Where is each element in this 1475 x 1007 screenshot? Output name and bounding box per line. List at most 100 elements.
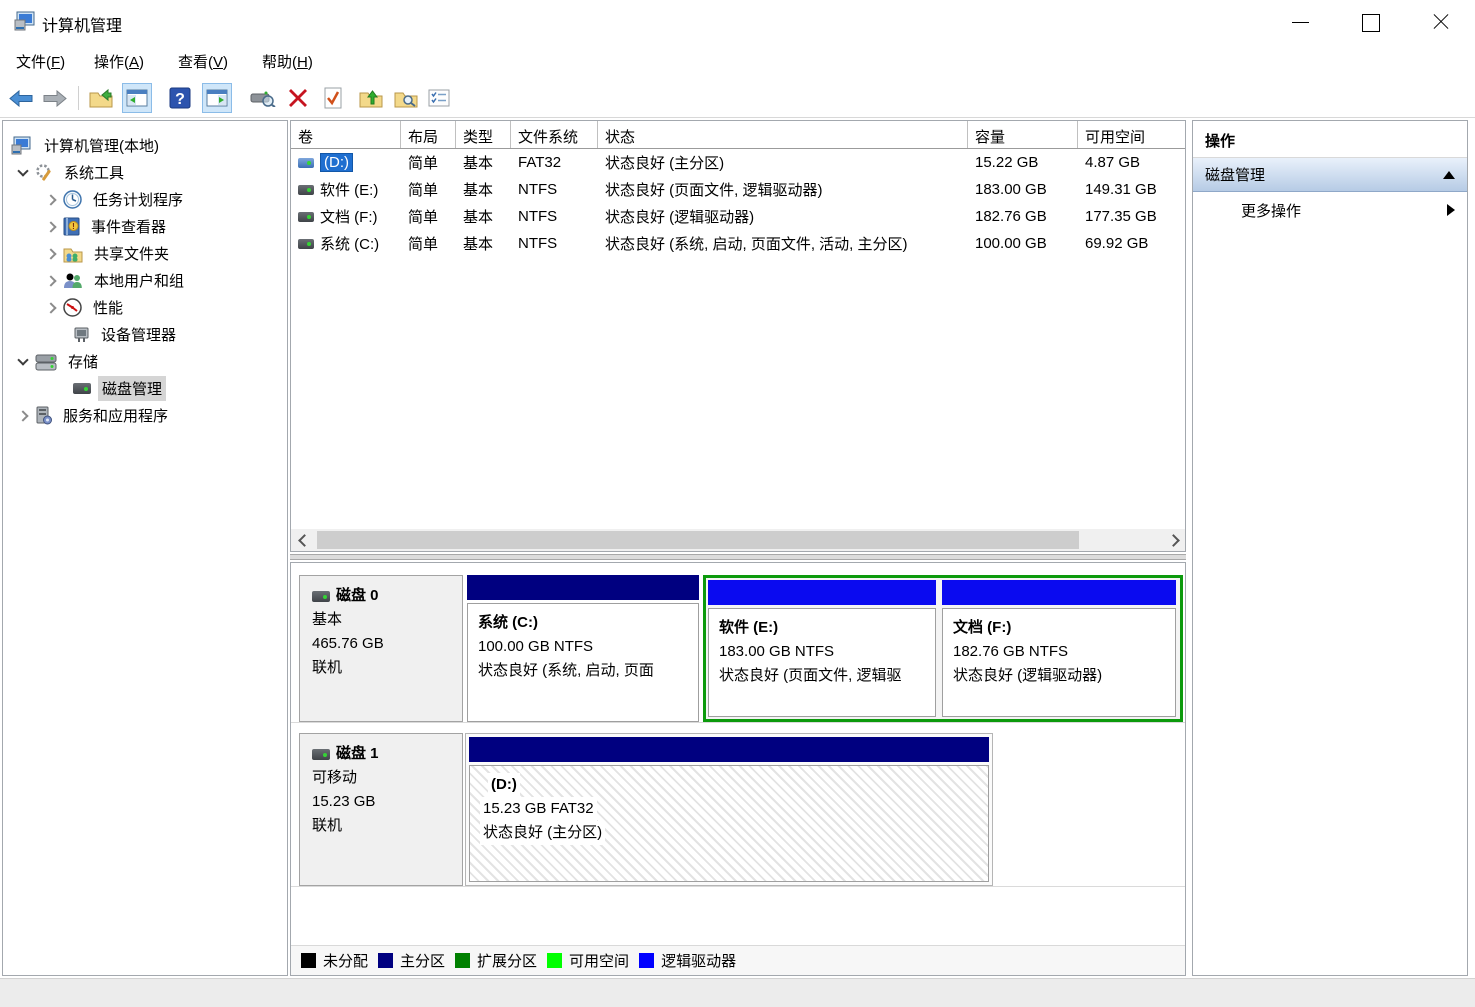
cell-capacity: 183.00 GB (968, 181, 1078, 198)
minimize-button[interactable] (1278, 0, 1324, 44)
scroll-right-button[interactable] (1163, 529, 1185, 551)
partition-size-fs: 15.23 GB FAT32 (480, 797, 597, 821)
legend-unallocated: 未分配 (301, 950, 368, 971)
disk-1-row: 磁盘 1 可移动 15.23 GB 联机 (D:) 15.23 GB FAT32… (291, 733, 1185, 887)
volume-label: 软件 (E:) (320, 179, 378, 200)
volume-row-c[interactable]: 系统 (C:) 简单 基本 NTFS 状态良好 (系统, 启动, 页面文件, 活… (291, 230, 1185, 257)
partition-label: (D:) (488, 773, 520, 797)
back-arrow-icon (9, 90, 33, 107)
tree-item-services-applications[interactable]: 服务和应用程序 (3, 402, 287, 429)
partition-d[interactable]: (D:) 15.23 GB FAT32 状态良好 (主分区) (469, 737, 989, 882)
legend-extended-partition: 扩展分区 (455, 950, 537, 971)
menu-action[interactable]: 操作(A) (88, 51, 150, 75)
partition-label: 系统 (C:) (478, 611, 688, 635)
forward-button[interactable] (40, 83, 70, 113)
disk-icon (312, 749, 330, 760)
tree-item-event-viewer[interactable]: ! 事件查看器 (3, 213, 287, 240)
check-document-button[interactable] (318, 83, 348, 113)
chevron-right-icon[interactable] (45, 194, 56, 205)
tree-item-local-users-groups[interactable]: 本地用户和组 (3, 267, 287, 294)
logical-drive-swatch (639, 953, 654, 968)
svg-text:?: ? (175, 91, 185, 108)
tree-item-computer-management[interactable]: 计算机管理(本地) (3, 132, 287, 159)
column-header-volume[interactable]: 卷 (291, 121, 401, 148)
partition-f[interactable]: 文档 (F:) 182.76 GB NTFS 状态良好 (逻辑驱动器) (942, 580, 1176, 717)
system-tools-icon (35, 163, 53, 182)
disk-kind: 可移动 (312, 766, 462, 790)
cell-free-space: 69.92 GB (1078, 235, 1185, 252)
volume-icon (298, 212, 314, 222)
disk-0-header[interactable]: 磁盘 0 基本 465.76 GB 联机 (299, 575, 463, 722)
tree-item-shared-folders[interactable]: 共享文件夹 (3, 240, 287, 267)
column-header-status[interactable]: 状态 (598, 121, 968, 148)
horizontal-scrollbar[interactable] (291, 529, 1185, 551)
toggle-console-tree-button[interactable] (122, 83, 152, 113)
volume-row-d[interactable]: (D:) 简单 基本 FAT32 状态良好 (主分区) 15.22 GB 4.8… (291, 149, 1185, 176)
column-header-filesystem[interactable]: 文件系统 (511, 121, 598, 148)
tree-item-label: 任务计划程序 (89, 187, 187, 212)
disk-1-header[interactable]: 磁盘 1 可移动 15.23 GB 联机 (299, 733, 463, 886)
partition-label: 软件 (E:) (719, 616, 925, 640)
tree-item-performance[interactable]: 性能 (3, 294, 287, 321)
column-header-capacity[interactable]: 容量 (968, 121, 1078, 148)
computer-management-window: { "window": { "title": "计算机管理" }, "menu"… (0, 0, 1475, 1007)
actions-section-disk-management[interactable]: 磁盘管理 (1193, 158, 1467, 192)
more-actions-item[interactable]: 更多操作 (1193, 192, 1467, 228)
cell-capacity: 15.22 GB (968, 154, 1078, 171)
collapse-section-icon[interactable] (1443, 171, 1455, 179)
disk-graphical-view: 磁盘 0 基本 465.76 GB 联机 系统 (C:) 100.00 GB N… (290, 562, 1186, 976)
disk-properties-button[interactable] (248, 83, 278, 113)
chevron-right-icon[interactable] (45, 221, 56, 232)
folder-search-button[interactable] (391, 83, 421, 113)
column-header-type[interactable]: 类型 (456, 121, 511, 148)
actions-panel: 操作 磁盘管理 更多操作 (1192, 120, 1468, 976)
volume-row-f[interactable]: 文档 (F:) 简单 基本 NTFS 状态良好 (逻辑驱动器) 182.76 G… (291, 203, 1185, 230)
chevron-right-icon[interactable] (45, 248, 56, 259)
help-icon: ? (169, 87, 191, 109)
partition-e[interactable]: 软件 (E:) 183.00 GB NTFS 状态良好 (页面文件, 逻辑驱 (708, 580, 936, 717)
chevron-down-icon[interactable] (17, 165, 28, 176)
disk-name: 磁盘 1 (336, 742, 379, 766)
chevron-down-icon[interactable] (17, 354, 28, 365)
maximize-button[interactable] (1348, 0, 1394, 44)
menu-help[interactable]: 帮助(H) (256, 51, 319, 75)
chevron-right-icon[interactable] (45, 302, 56, 313)
title-bar[interactable]: 计算机管理 (0, 0, 1475, 44)
chevron-right-icon[interactable] (17, 410, 28, 421)
folder-up-button[interactable] (356, 83, 386, 113)
unallocated-swatch (301, 953, 316, 968)
partition-size-fs: 100.00 GB NTFS (478, 635, 688, 659)
menu-file[interactable]: 文件(F) (10, 51, 71, 75)
tree-item-disk-management[interactable]: 磁盘管理 (3, 375, 287, 402)
disk-kind: 基本 (312, 608, 462, 632)
pane-splitter[interactable] (290, 554, 1186, 560)
menu-view[interactable]: 查看(V) (172, 51, 234, 75)
console-tree-panel: 计算机管理(本地) 系统工具 任务计划程序 ! 事件查看器 共享文件夹 本地用户… (2, 120, 288, 976)
more-actions-label: 更多操作 (1241, 200, 1447, 221)
column-header-free-space[interactable]: 可用空间 (1078, 121, 1185, 148)
disk-inspect-icon (250, 89, 276, 107)
toggle-action-pane-button[interactable] (202, 83, 232, 113)
tree-item-storage[interactable]: 存储 (3, 348, 287, 375)
partition-health: 状态良好 (页面文件, 逻辑驱 (719, 664, 925, 688)
partition-c[interactable]: 系统 (C:) 100.00 GB NTFS 状态良好 (系统, 启动, 页面 (467, 575, 699, 722)
forward-arrow-icon (43, 90, 67, 107)
column-header-layout[interactable]: 布局 (401, 121, 456, 148)
tree-item-label: 事件查看器 (87, 214, 170, 239)
tree-item-system-tools[interactable]: 系统工具 (3, 159, 287, 186)
tree-item-device-manager[interactable]: 设备管理器 (3, 321, 287, 348)
delete-button[interactable] (283, 83, 313, 113)
legend-logical-drive: 逻辑驱动器 (639, 950, 736, 971)
view-options-button[interactable] (424, 83, 454, 113)
back-button[interactable] (6, 83, 36, 113)
volume-row-e[interactable]: 软件 (E:) 简单 基本 NTFS 状态良好 (页面文件, 逻辑驱动器) 18… (291, 176, 1185, 203)
help-button[interactable]: ? (165, 83, 195, 113)
chevron-right-icon[interactable] (45, 275, 56, 286)
scroll-left-button[interactable] (291, 529, 313, 551)
close-button[interactable] (1418, 0, 1464, 44)
export-list-button[interactable] (86, 83, 116, 113)
scrollbar-thumb[interactable] (317, 531, 1079, 549)
tree-item-label: 存储 (64, 349, 102, 374)
tree-item-task-scheduler[interactable]: 任务计划程序 (3, 186, 287, 213)
cell-layout: 简单 (401, 233, 456, 254)
